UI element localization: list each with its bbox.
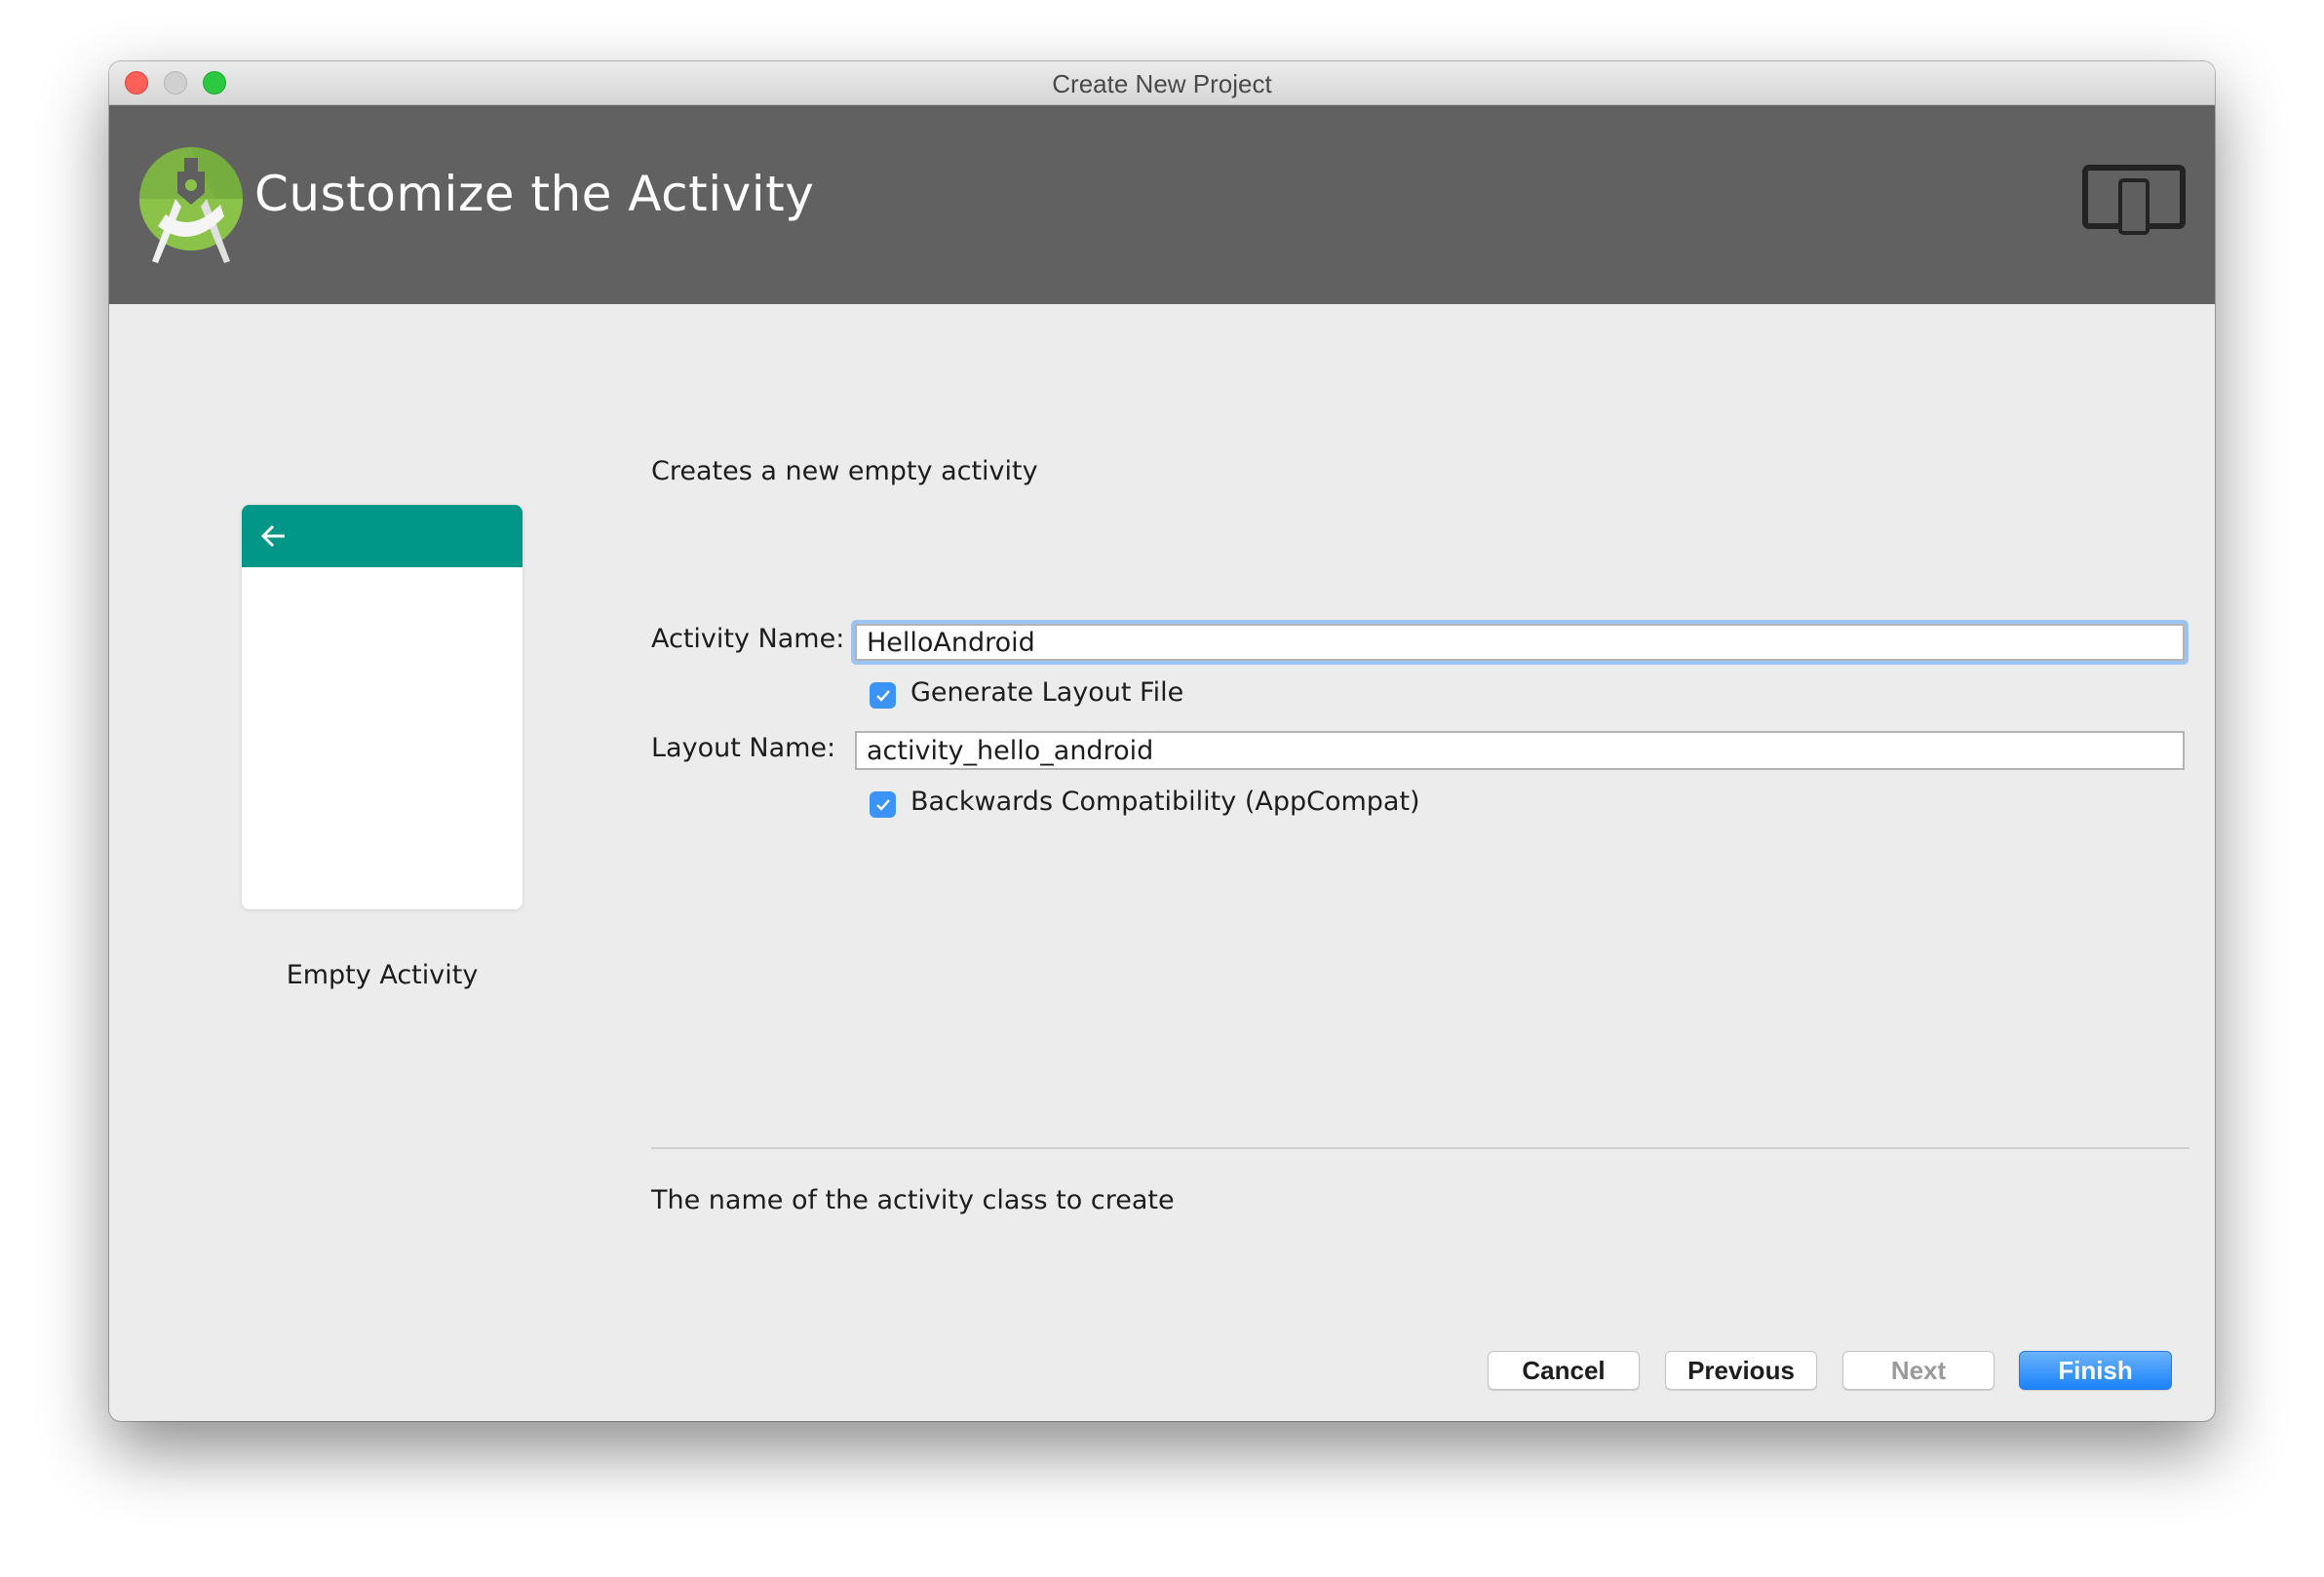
activity-name-input[interactable]: [855, 624, 2185, 661]
tablet-phone-icon: [2082, 165, 2186, 235]
generate-layout-checkbox[interactable]: [870, 682, 896, 709]
title-bar: Create New Project: [109, 61, 2215, 105]
activity-preview: [242, 505, 523, 909]
layout-name-input[interactable]: [855, 731, 2185, 770]
separator: [651, 1147, 2189, 1149]
wizard-header: Customize the Activity: [109, 105, 2215, 304]
page-title: Customize the Activity: [254, 166, 815, 222]
android-studio-logo-icon: [139, 147, 243, 263]
finish-button[interactable]: Finish: [2019, 1351, 2172, 1390]
cancel-button[interactable]: Cancel: [1488, 1351, 1640, 1390]
template-description: Creates a new empty activity: [651, 456, 1038, 486]
preview-toolbar: [242, 505, 523, 567]
backwards-compat-checkbox[interactable]: [870, 791, 896, 818]
help-text: The name of the activity class to create: [651, 1185, 1175, 1215]
previous-button[interactable]: Previous: [1665, 1351, 1817, 1390]
window-title: Create New Project: [1052, 69, 1272, 98]
next-button[interactable]: Next: [1842, 1351, 1995, 1390]
arrow-left-icon: [261, 524, 285, 548]
generate-layout-label[interactable]: Generate Layout File: [910, 677, 1183, 708]
backwards-compat-label[interactable]: Backwards Compatibility (AppCompat): [910, 787, 1420, 817]
template-name: Empty Activity: [286, 960, 479, 990]
checkmark-icon: [875, 689, 890, 702]
activity-name-label: Activity Name:: [651, 624, 845, 654]
create-project-window: Create New Project Customize the Activit…: [109, 61, 2215, 1421]
checkmark-icon: [875, 798, 890, 811]
layout-name-label: Layout Name:: [651, 733, 836, 763]
